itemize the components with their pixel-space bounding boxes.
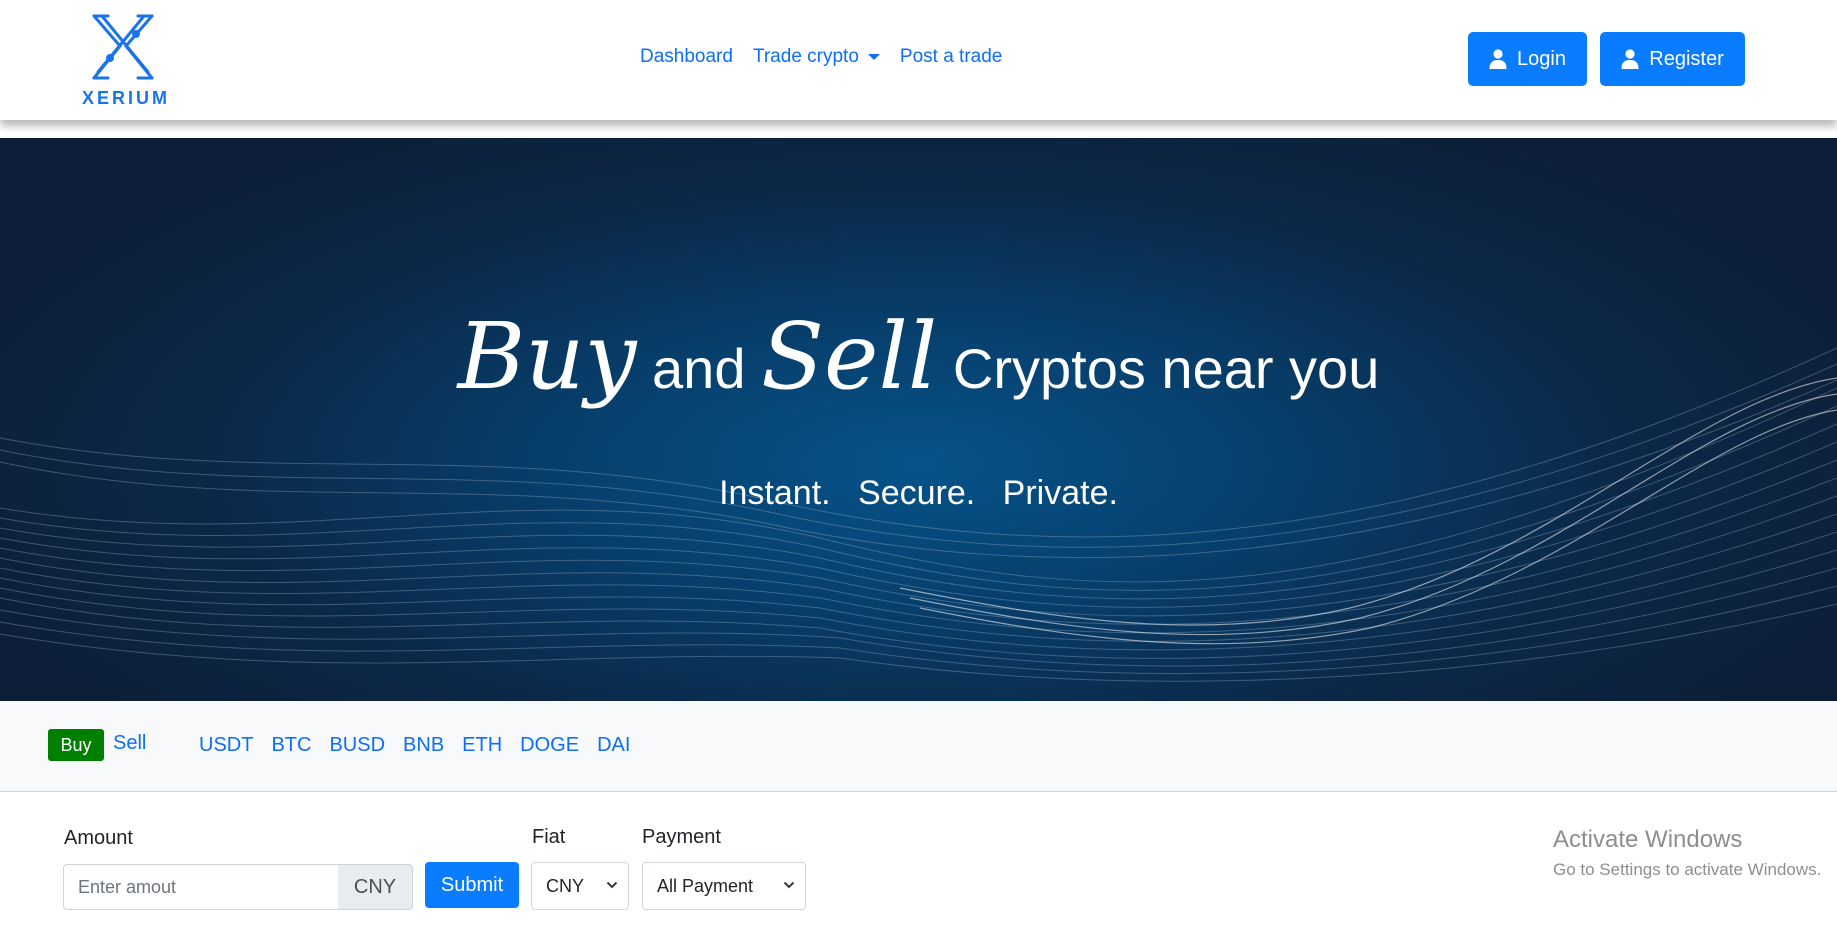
payment-label: Payment <box>642 826 721 848</box>
activate-windows-watermark: Activate Windows Go to Settings to activ… <box>1553 826 1821 880</box>
nav-post-a-trade[interactable]: Post a trade <box>900 46 1002 68</box>
user-icon <box>1621 49 1639 69</box>
wave-lines-background <box>0 347 1837 682</box>
hero-banner: Buy and Sell Cryptos near you Instant. S… <box>0 138 1837 701</box>
watermark-title: Activate Windows <box>1553 826 1743 853</box>
login-button[interactable]: Login <box>1468 32 1587 86</box>
nav-trade-crypto-dropdown[interactable]: Trade crypto <box>753 46 880 68</box>
hero-word-sell: Sell <box>761 303 938 410</box>
fiat-select[interactable]: CNY <box>531 862 629 910</box>
hero-tagline: Instant. Secure. Private. <box>719 474 1118 512</box>
fiat-label: Fiat <box>532 826 566 848</box>
submit-button[interactable]: Submit <box>425 862 519 908</box>
register-label: Register <box>1649 47 1724 70</box>
coin-tab-usdt[interactable]: USDT <box>199 734 253 757</box>
chevron-down-icon <box>783 881 795 889</box>
login-label: Login <box>1517 47 1566 70</box>
user-icon <box>1489 49 1507 69</box>
nav-trade-crypto-label: Trade crypto <box>752 46 859 67</box>
xerium-logo-icon <box>92 14 154 80</box>
nav-dashboard[interactable]: Dashboard <box>640 46 733 68</box>
fiat-select-value: CNY <box>546 875 585 896</box>
coin-tab-dai[interactable]: DAI <box>597 734 630 757</box>
amount-input[interactable] <box>63 864 339 910</box>
hero-word-buy: Buy <box>457 303 637 410</box>
hero-word-cryptos: Cryptos near you <box>952 337 1380 400</box>
coin-tab-eth[interactable]: ETH <box>462 734 502 757</box>
coin-tabs: USDT BTC BUSD BNB ETH DOGE DAI <box>199 734 648 757</box>
brand-name: XERIUM <box>82 88 171 108</box>
amount-label: Amount <box>64 827 133 849</box>
register-button[interactable]: Register <box>1600 32 1745 86</box>
chevron-down-icon <box>606 881 618 889</box>
coin-tab-busd[interactable]: BUSD <box>329 734 385 757</box>
coin-tab-btc[interactable]: BTC <box>271 734 311 757</box>
coin-tab-bnb[interactable]: BNB <box>403 734 444 757</box>
buy-toggle[interactable]: Buy <box>48 729 104 761</box>
hero-word-and: and <box>652 337 746 400</box>
sell-toggle[interactable]: Sell <box>113 732 146 755</box>
brand-logo[interactable]: XERIUM <box>82 12 171 108</box>
coin-tab-doge[interactable]: DOGE <box>520 734 579 757</box>
payment-select-value: All Payment <box>657 875 754 896</box>
hero-title: Buy and Sell Cryptos near you <box>0 303 1837 410</box>
payment-select[interactable]: All Payment <box>642 862 806 910</box>
caret-down-icon <box>867 54 880 60</box>
watermark-subtitle: Go to Settings to activate Windows. <box>1553 860 1822 879</box>
main-nav: Dashboard Trade crypto Post a trade <box>640 46 1022 68</box>
amount-currency-addon: CNY <box>338 864 413 910</box>
trade-filter-bar: Buy Sell USDT BTC BUSD BNB ETH DOGE DAI <box>0 701 1837 792</box>
top-navbar: XERIUM Dashboard Trade crypto Post a tra… <box>0 0 1837 120</box>
